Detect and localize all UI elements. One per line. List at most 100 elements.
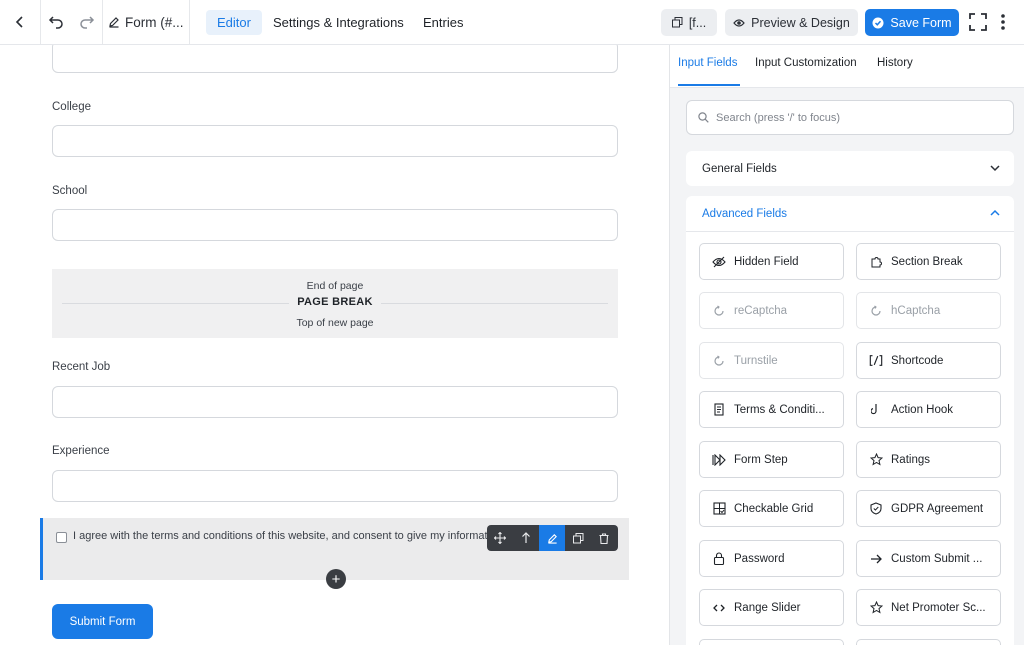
hook-icon <box>869 403 883 417</box>
field-terms-conditions[interactable]: Terms & Conditi... <box>699 391 844 428</box>
save-label: Save Form <box>890 15 952 30</box>
field-gdpr-agreement[interactable]: GDPR Agreement <box>856 490 1001 527</box>
tab-settings-integrations[interactable]: Settings & Integrations <box>262 10 415 35</box>
college-label: College <box>52 101 91 113</box>
terms-checkbox[interactable] <box>56 532 67 543</box>
field-action-toolbar <box>487 525 618 551</box>
field-recaptcha[interactable]: reCaptcha <box>699 292 844 329</box>
star-icon <box>869 601 883 615</box>
previous-field-input[interactable] <box>52 45 618 73</box>
general-fields-accordion[interactable]: General Fields <box>686 151 1014 186</box>
field-label: Range Slider <box>734 601 801 614</box>
add-field-button[interactable]: + <box>326 569 346 589</box>
range-icon <box>712 601 726 615</box>
field-action-hook[interactable]: Action Hook <box>856 391 1001 428</box>
tab-editor[interactable]: Editor <box>206 10 262 35</box>
general-fields-title: General Fields <box>702 162 777 175</box>
lock-icon <box>712 552 726 566</box>
top-bar: Form (#... Editor Settings & Integration… <box>0 0 1024 45</box>
copy-icon <box>572 532 583 543</box>
submit-form-button[interactable]: Submit Form <box>52 604 153 639</box>
field-ratings[interactable]: Ratings <box>856 441 1001 478</box>
field-section-break[interactable]: Section Break <box>856 243 1001 280</box>
sidebar-tabs: Input Fields Input Customization History <box>670 45 1024 88</box>
recent-job-label: Recent Job <box>52 361 111 373</box>
field-password[interactable]: Password <box>699 540 844 577</box>
check-circle-icon <box>872 17 884 28</box>
save-form-button[interactable]: Save Form <box>865 9 959 36</box>
field-checkable-grid[interactable]: Checkable Grid <box>699 490 844 527</box>
copy-icon <box>671 17 683 28</box>
edit-field-button[interactable] <box>539 525 565 551</box>
field-next-item[interactable] <box>856 639 1001 645</box>
delete-field-button[interactable] <box>591 525 617 551</box>
eye-off-icon <box>712 255 726 269</box>
field-shortcode[interactable]: Shortcode <box>856 342 1001 379</box>
field-range-slider[interactable]: Range Slider <box>699 589 844 626</box>
fields-sidebar: Input Fields Input Customization History… <box>669 45 1024 645</box>
more-menu-button[interactable] <box>994 0 1012 44</box>
arrow-up-icon <box>522 532 530 543</box>
form-name-button[interactable]: Form (#... <box>108 0 188 44</box>
trash-icon <box>599 532 609 544</box>
tab-history[interactable]: History <box>877 57 913 69</box>
redo-button[interactable] <box>72 0 102 44</box>
move-button[interactable] <box>487 525 513 551</box>
tab-entries[interactable]: Entries <box>412 10 474 35</box>
field-label: GDPR Agreement <box>891 502 984 515</box>
advanced-fields-accordion[interactable]: Advanced Fields <box>686 196 1014 231</box>
undo-button[interactable] <box>41 0 71 44</box>
field-hidden-field[interactable]: Hidden Field <box>699 243 844 280</box>
field-label: Section Break <box>891 255 963 268</box>
captcha-icon <box>712 354 726 368</box>
recent-job-input[interactable] <box>52 386 618 418</box>
field-label: reCaptcha <box>734 304 788 317</box>
divider <box>102 0 103 44</box>
field-label: Password <box>734 552 785 565</box>
field-label: Action Hook <box>891 403 954 416</box>
advanced-fields-list: Hidden Field Section Break reCaptcha hCa… <box>686 231 1014 645</box>
star-icon <box>869 453 883 467</box>
field-label: Hidden Field <box>734 255 799 268</box>
field-custom-submit[interactable]: Custom Submit ... <box>856 540 1001 577</box>
field-search-input[interactable]: Search (press '/' to focus) <box>686 100 1014 135</box>
search-placeholder: Search (press '/' to focus) <box>716 111 841 124</box>
experience-input[interactable] <box>52 470 618 502</box>
active-tab-indicator <box>678 84 740 86</box>
document-icon <box>712 403 726 417</box>
field-hcaptcha[interactable]: hCaptcha <box>856 292 1001 329</box>
pencil-icon <box>109 17 119 28</box>
field-net-promoter-score[interactable]: Net Promoter Sc... <box>856 589 1001 626</box>
grid-check-icon <box>712 502 726 516</box>
chevron-down-icon <box>990 165 1000 172</box>
tab-input-fields[interactable]: Input Fields <box>678 57 737 69</box>
page-break-end-text: End of page <box>306 280 364 292</box>
advanced-fields-title: Advanced Fields <box>702 207 788 220</box>
experience-label: Experience <box>52 445 110 457</box>
tab-input-customization[interactable]: Input Customization <box>755 57 857 69</box>
shortcode-copy-button[interactable]: [f... <box>661 9 717 36</box>
kebab-menu-icon <box>1001 14 1005 30</box>
college-input[interactable] <box>52 125 618 157</box>
eye-icon <box>733 18 745 27</box>
field-form-step[interactable]: Form Step <box>699 441 844 478</box>
divider <box>189 0 190 44</box>
field-label: Turnstile <box>734 354 778 367</box>
page-break-block[interactable]: End of page PAGE BREAK Top of new page <box>52 269 618 338</box>
school-input[interactable] <box>52 209 618 241</box>
duplicate-field-button[interactable] <box>565 525 591 551</box>
captcha-icon <box>712 304 726 318</box>
back-button[interactable] <box>0 0 40 44</box>
page-break-top-text: Top of new page <box>296 317 374 329</box>
field-turnstile[interactable]: Turnstile <box>699 342 844 379</box>
fullscreen-button[interactable] <box>964 0 992 44</box>
field-label: Terms & Conditi... <box>734 403 825 416</box>
move-up-button[interactable] <box>513 525 539 551</box>
shortcode-icon <box>869 354 883 368</box>
preview-design-button[interactable]: Preview & Design <box>725 9 858 36</box>
field-label: Net Promoter Sc... <box>891 601 986 614</box>
terms-text: I agree with the terms and conditions of… <box>73 530 503 542</box>
shield-icon <box>869 502 883 516</box>
form-name: Form (#... <box>125 14 184 30</box>
field-next-item[interactable] <box>699 639 844 645</box>
